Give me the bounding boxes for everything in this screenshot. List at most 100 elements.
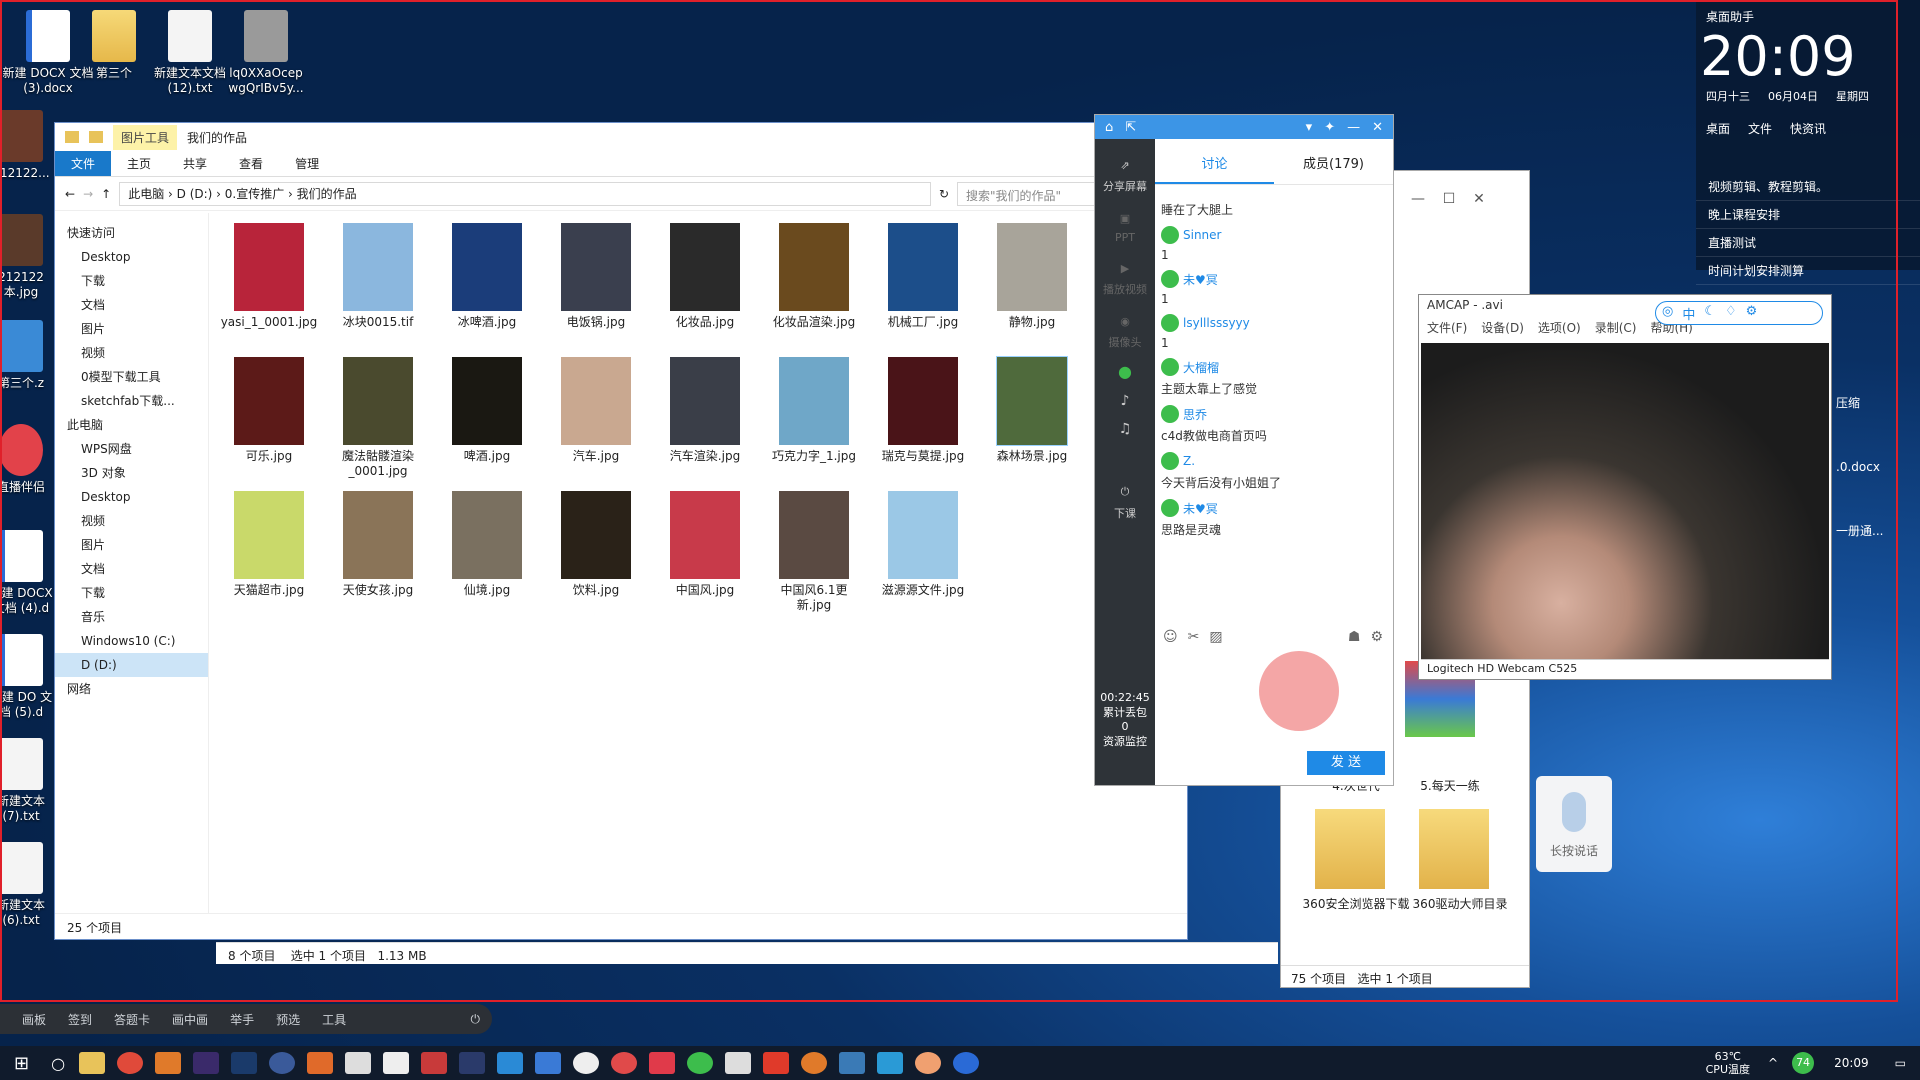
menu-item[interactable]: 选项(O) xyxy=(1538,319,1581,335)
nav-item[interactable]: sketchfab下载... xyxy=(55,389,208,413)
tab-manage[interactable]: 管理 xyxy=(279,151,335,176)
nav-news[interactable]: 快资讯 xyxy=(1790,120,1826,137)
file-tile[interactable]: 中国风.jpg xyxy=(655,491,755,598)
minimize-button[interactable]: — xyxy=(1347,120,1360,135)
up-icon[interactable]: ↑ xyxy=(101,187,111,201)
desktop-icon[interactable]: 新建 DO 文档 (5).d xyxy=(0,634,56,720)
app-icon[interactable] xyxy=(915,1052,942,1074)
premiere-icon[interactable] xyxy=(193,1052,220,1074)
voice-input-widget[interactable]: 长按说话 xyxy=(1536,776,1612,872)
file-tile[interactable]: 电饭锅.jpg xyxy=(546,223,646,330)
nav-item[interactable]: 3D 对象 xyxy=(55,461,208,485)
refresh-icon[interactable]: ↻ xyxy=(939,187,949,201)
window-controls[interactable]: — ☐ ✕ xyxy=(1411,191,1485,207)
tab-discussion[interactable]: 讨论 xyxy=(1155,145,1274,184)
file-tile[interactable]: 化妆品.jpg xyxy=(655,223,755,330)
app-icon[interactable] xyxy=(725,1052,752,1074)
classroom-window[interactable]: ⌂ ⇱ ▾ ✦ — ✕ ⇗ 分享屏幕 ▣ PPT ▶ 播放视频 ◉ 摄像头 ● ♪ ♫ … xyxy=(1094,114,1394,786)
amcap-window[interactable]: AMCAP - .avi 文件(F) 设备(D) 选项(O) 录制(C) 帮助(H) ◎… xyxy=(1418,294,1832,680)
file-tile[interactable]: yasi_1_0001.jpg xyxy=(219,223,319,330)
file-tile[interactable]: 瑞克与莫提.jpg xyxy=(873,357,973,464)
file-tile[interactable]: 冰块0015.tif xyxy=(328,223,428,330)
tab-file[interactable]: 文件 xyxy=(55,151,112,176)
nav-item[interactable]: 快速访问 xyxy=(55,221,208,245)
app-icon[interactable] xyxy=(307,1052,334,1074)
desktop-icon[interactable]: 直播伴侣 xyxy=(0,424,56,495)
task-item[interactable]: 晚上课程安排 xyxy=(1696,201,1920,229)
pin-icon[interactable]: ✦ xyxy=(1324,120,1335,135)
music-icon[interactable]: ♫ xyxy=(1095,415,1155,443)
share-screen-button[interactable]: ⇗ 分享屏幕 xyxy=(1095,147,1155,200)
close-button[interactable]: ✕ xyxy=(1372,120,1383,135)
back-icon[interactable]: ← xyxy=(65,187,75,201)
desktop-icon[interactable]: 新建文本 (7).txt xyxy=(0,738,56,824)
file-tile[interactable]: 机械工厂.jpg xyxy=(873,223,973,330)
toolbar-item[interactable]: 画板 xyxy=(22,1011,46,1028)
app-icon[interactable] xyxy=(649,1052,676,1074)
app-icon[interactable] xyxy=(611,1052,638,1074)
file-tile[interactable]: 化妆品渲染.jpg xyxy=(764,223,864,330)
end-class-button[interactable]: ⏻ 下课 xyxy=(1095,473,1155,527)
status-badge[interactable]: 74 xyxy=(1792,1052,1815,1074)
menu-item[interactable]: 文件(F) xyxy=(1427,319,1467,335)
nav-item[interactable]: 音乐 xyxy=(55,605,208,629)
toolbar-item[interactable]: 预选 xyxy=(276,1011,300,1028)
chat-user[interactable]: lsylllsssyyy xyxy=(1161,314,1387,332)
desktop-assistant[interactable]: 桌面助手 20:09 四月十三 06月04日 星期四 桌面 文件 快资讯 视频剪辑、… xyxy=(1696,0,1920,285)
nav-item[interactable]: 下载 xyxy=(55,269,208,293)
ppt-button[interactable]: ▣ PPT xyxy=(1095,200,1155,250)
file-tile[interactable]: 可乐.jpg xyxy=(219,357,319,464)
app-icon[interactable] xyxy=(535,1052,562,1074)
image-icon[interactable]: ▨ xyxy=(1209,629,1222,645)
clock[interactable]: 20:09 xyxy=(1822,1056,1881,1070)
nav-desktop[interactable]: 桌面 xyxy=(1706,120,1730,137)
member-icon[interactable]: ☗ xyxy=(1348,629,1361,645)
nav-item[interactable]: 视频 xyxy=(55,341,208,365)
file-explorer-window[interactable]: 图片工具 我们的作品 — 文件 主页 共享 查看 管理 ← → ↑ 此电脑 › … xyxy=(54,122,1188,940)
desktop-icon[interactable]: 新建文本 (6).txt xyxy=(0,842,56,928)
address-bar[interactable]: 此电脑 › D (D:) › 0.宣传推广 › 我们的作品 xyxy=(119,181,931,206)
file-tile[interactable]: 天猫超市.jpg xyxy=(219,491,319,598)
search-icon[interactable]: ○ xyxy=(43,1054,73,1073)
tab-view[interactable]: 查看 xyxy=(223,151,279,176)
ime-toolbar[interactable]: ◎ 中 ☾ ♢ ⚙ xyxy=(1655,301,1823,325)
file-tile[interactable]: 滋源源文件.jpg xyxy=(873,491,973,598)
file-tile[interactable]: 中国风6.1更新.jpg xyxy=(764,491,864,613)
file-tile[interactable]: 冰啤酒.jpg xyxy=(437,223,537,330)
play-video-button[interactable]: ▶ 播放视频 xyxy=(1095,250,1155,303)
photoshop-icon[interactable] xyxy=(231,1052,258,1074)
send-button[interactable]: 发 送 xyxy=(1307,751,1385,775)
menu-item[interactable]: 录制(C) xyxy=(1595,319,1637,335)
file-tile[interactable]: 饮料.jpg xyxy=(546,491,646,598)
toolbar-item[interactable]: 画中画 xyxy=(172,1011,208,1028)
app-icon[interactable] xyxy=(573,1052,600,1074)
nav-item[interactable]: 文档 xyxy=(55,293,208,317)
nav-item[interactable]: Desktop xyxy=(55,485,208,509)
menu-item[interactable]: 设备(D) xyxy=(1481,319,1524,335)
desktop-icon[interactable]: 第三个.z xyxy=(0,320,56,391)
nav-item[interactable]: Windows10 (C:) xyxy=(55,629,208,653)
desktop-icon[interactable]: 212122 本.jpg xyxy=(0,214,56,300)
nav-item[interactable]: 此电脑 xyxy=(55,413,208,437)
app-icon[interactable] xyxy=(877,1052,904,1074)
task-item[interactable]: 视频剪辑、教程剪辑。 xyxy=(1696,173,1920,201)
tab-home[interactable]: 主页 xyxy=(111,151,167,176)
camera-button[interactable]: ◉ 摄像头 xyxy=(1095,303,1155,356)
nav-item[interactable]: 图片 xyxy=(55,317,208,341)
chat-user[interactable]: 未♥冥 xyxy=(1161,270,1387,288)
tab-members[interactable]: 成员(179) xyxy=(1274,145,1393,184)
wechat-icon[interactable] xyxy=(687,1052,714,1074)
desktop-icon[interactable]: 新建 DOCX 文档 (4).d xyxy=(0,530,56,616)
app-icon[interactable] xyxy=(421,1052,448,1074)
app-icon[interactable] xyxy=(155,1052,182,1074)
toolbar-item[interactable]: 答题卡 xyxy=(114,1011,150,1028)
file-tile[interactable]: 森林场景.jpg xyxy=(982,356,1082,464)
nav-item[interactable]: D (D:) xyxy=(55,653,208,677)
nav-item[interactable]: WPS网盘 xyxy=(55,437,208,461)
file-tile[interactable]: 仙境.jpg xyxy=(437,491,537,598)
app-icon[interactable] xyxy=(383,1052,410,1074)
tab-share[interactable]: 共享 xyxy=(167,151,223,176)
file-tile[interactable]: 天使女孩.jpg xyxy=(328,491,428,598)
chat-user[interactable]: Sinner xyxy=(1161,226,1387,244)
home-icon[interactable]: ⌂ xyxy=(1105,120,1113,135)
